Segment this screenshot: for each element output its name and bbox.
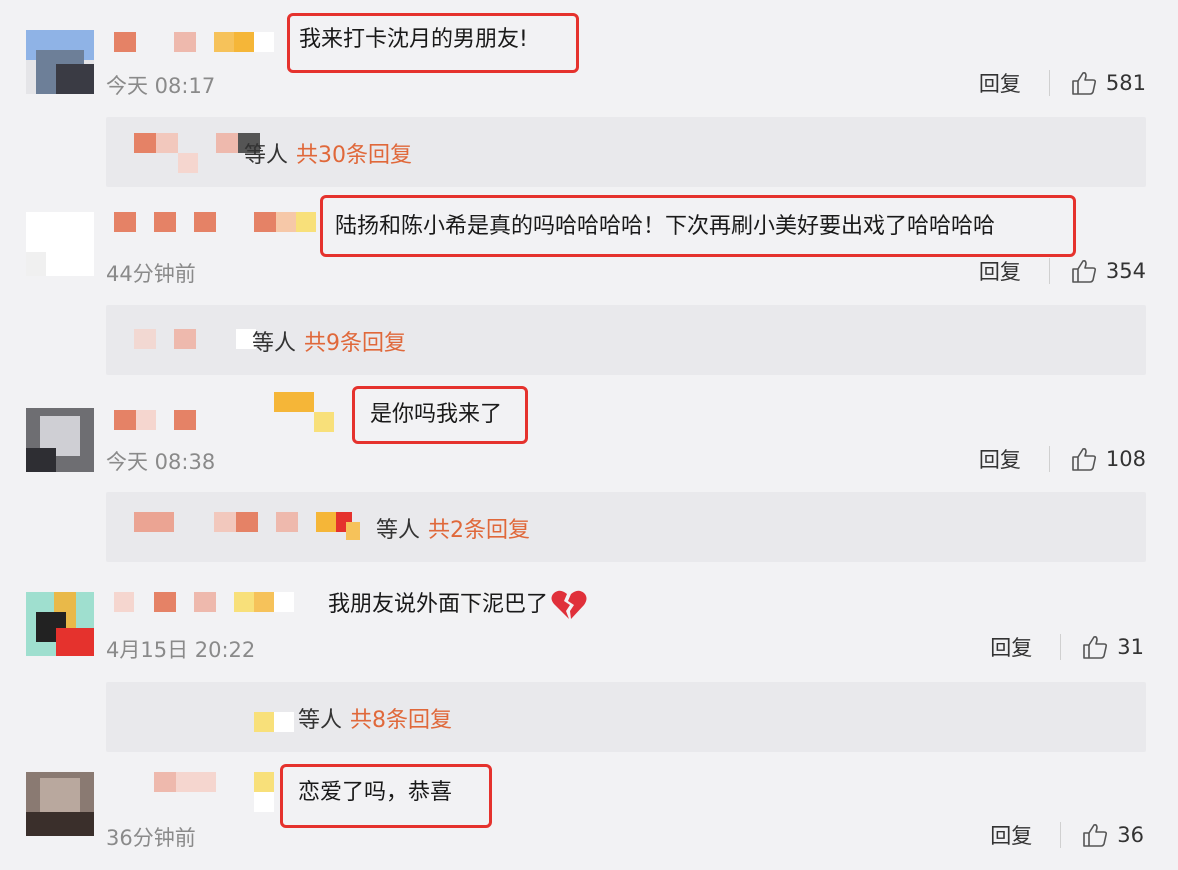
thumbs-up-icon — [1083, 636, 1108, 659]
like-count: 354 — [1105, 259, 1146, 283]
comment-time: 今天 08:17 — [106, 74, 216, 98]
reply-button[interactable]: 回复 — [979, 444, 1021, 474]
username-blurred[interactable] — [112, 772, 282, 812]
username-blurred[interactable] — [112, 212, 322, 234]
highlight-box — [280, 764, 492, 828]
comment-actions: 回复 108 — [979, 444, 1146, 474]
divider — [1060, 634, 1062, 660]
thumbs-up-icon — [1083, 824, 1108, 847]
reply-summary-text: 等人 共30条回复 — [244, 137, 412, 169]
reply-count[interactable]: 共2条回复 — [428, 518, 530, 543]
avatar[interactable] — [26, 772, 94, 836]
thumbs-up-icon — [1072, 448, 1096, 471]
username-blurred[interactable] — [112, 32, 282, 54]
comment-text: 我朋友说外面下泥巴了 — [328, 589, 588, 621]
like-button[interactable]: 354 — [1070, 257, 1146, 285]
highlight-box — [320, 195, 1076, 257]
broken-heart-icon — [551, 590, 587, 619]
like-count: 581 — [1105, 71, 1146, 95]
comment-actions: 回复 581 — [979, 68, 1146, 98]
like-count: 31 — [1117, 635, 1144, 659]
reply-button[interactable]: 回复 — [990, 820, 1032, 850]
reply-summary-text: 等人 共9条回复 — [252, 325, 406, 357]
username-blurred[interactable] — [112, 592, 302, 614]
reply-count[interactable]: 共30条回复 — [296, 143, 412, 168]
reply-suffix: 等人 — [376, 518, 421, 543]
reply-button[interactable]: 回复 — [979, 256, 1021, 286]
like-button[interactable]: 108 — [1070, 445, 1146, 473]
avatar[interactable] — [26, 30, 94, 94]
comment-text-content: 我朋友说外面下泥巴了 — [328, 592, 549, 617]
username-blurred[interactable] — [112, 392, 352, 432]
comment-actions: 回复 31 — [990, 632, 1144, 662]
like-button[interactable]: 581 — [1070, 69, 1146, 97]
replier-names-blurred — [134, 512, 374, 540]
reply-suffix: 等人 — [244, 143, 289, 168]
avatar[interactable] — [26, 212, 94, 276]
reply-summary-text: 等人 共8条回复 — [298, 702, 452, 734]
reply-summary[interactable]: 等人 共8条回复 — [106, 682, 1146, 752]
replier-names-blurred — [134, 329, 256, 351]
reply-count[interactable]: 共8条回复 — [350, 708, 452, 733]
divider — [1060, 822, 1062, 848]
reply-suffix: 等人 — [252, 331, 297, 356]
avatar[interactable] — [26, 592, 94, 656]
avatar[interactable] — [26, 408, 94, 472]
reply-button[interactable]: 回复 — [979, 68, 1021, 98]
comment-time: 36分钟前 — [106, 826, 196, 850]
reply-summary[interactable]: 等人 共2条回复 — [106, 492, 1146, 562]
reply-summary[interactable]: 等人 共9条回复 — [106, 305, 1146, 375]
like-count: 108 — [1105, 447, 1146, 471]
replier-names-blurred — [134, 712, 304, 734]
reply-summary-text: 等人 共2条回复 — [376, 512, 530, 544]
highlight-box — [287, 13, 579, 73]
like-button[interactable]: 31 — [1081, 633, 1144, 661]
reply-summary[interactable]: 等人 共30条回复 — [106, 117, 1146, 187]
comment-time: 今天 08:38 — [106, 450, 216, 474]
reply-suffix: 等人 — [298, 708, 343, 733]
comment-time: 4月15日 20:22 — [106, 638, 256, 662]
comment-actions: 回复 36 — [990, 820, 1144, 850]
like-button[interactable]: 36 — [1081, 821, 1144, 849]
comment-actions: 回复 354 — [979, 256, 1146, 286]
reply-count[interactable]: 共9条回复 — [304, 331, 406, 356]
divider — [1048, 446, 1050, 472]
like-count: 36 — [1117, 823, 1144, 847]
reply-button[interactable]: 回复 — [990, 632, 1032, 662]
thumbs-up-icon — [1072, 72, 1096, 95]
divider — [1048, 258, 1050, 284]
divider — [1048, 70, 1050, 96]
comment-time: 44分钟前 — [106, 262, 196, 286]
thumbs-up-icon — [1072, 260, 1096, 283]
highlight-box — [352, 386, 528, 444]
